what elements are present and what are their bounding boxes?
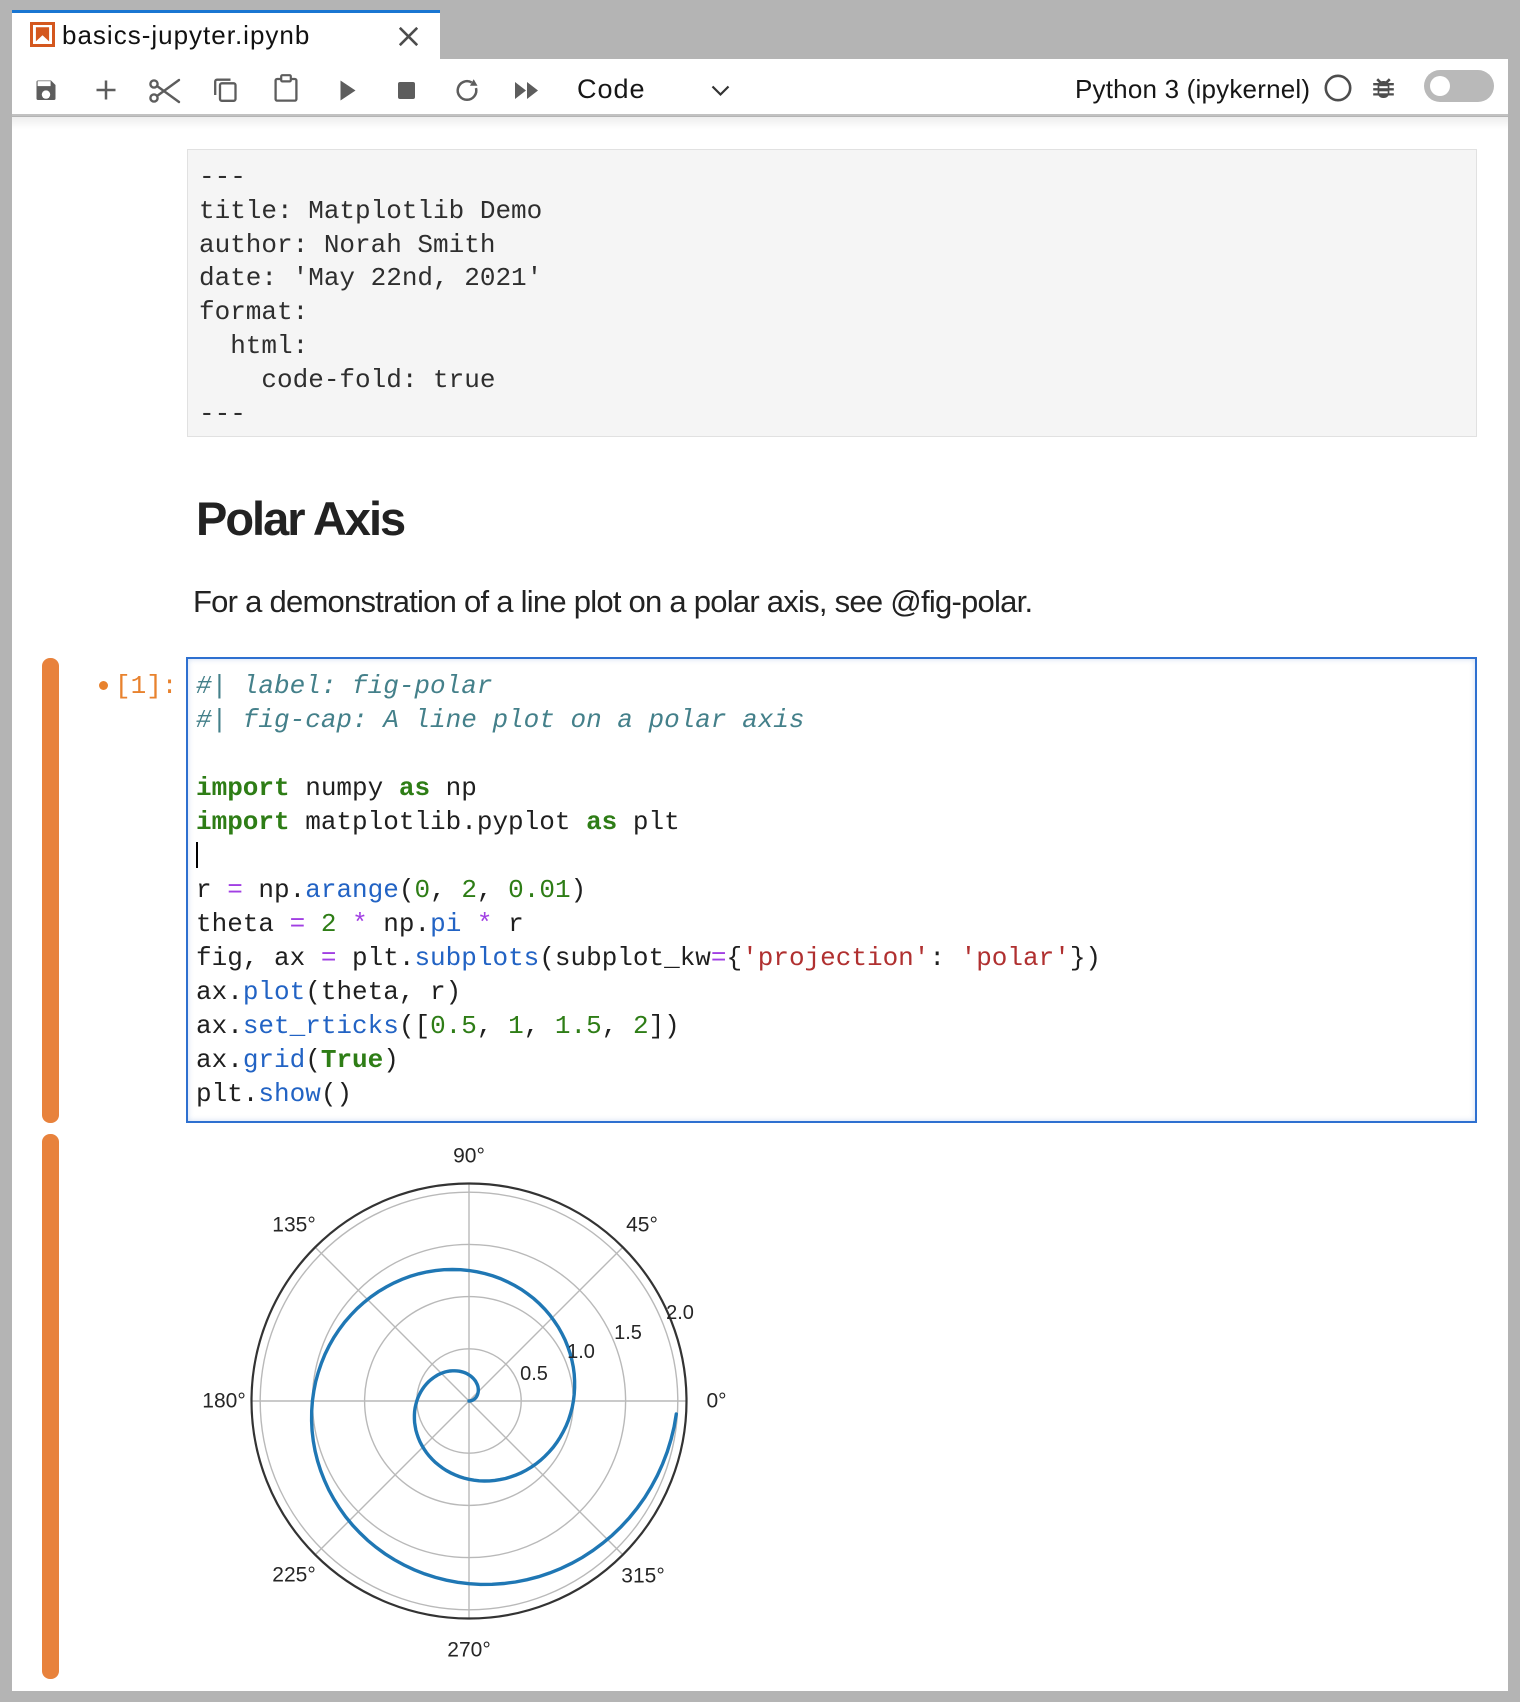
svg-text:1.5: 1.5 (614, 1322, 642, 1344)
svg-text:90°: 90° (453, 1145, 485, 1168)
svg-text:0°: 0° (706, 1390, 726, 1413)
svg-text:135°: 135° (272, 1214, 315, 1237)
svg-text:2.0: 2.0 (666, 1302, 694, 1324)
svg-text:180°: 180° (202, 1390, 245, 1413)
svg-text:45°: 45° (626, 1214, 658, 1237)
svg-text:0.5: 0.5 (520, 1363, 548, 1385)
svg-text:1.0: 1.0 (567, 1341, 595, 1363)
svg-text:270°: 270° (447, 1639, 490, 1662)
svg-text:315°: 315° (621, 1565, 664, 1588)
svg-text:225°: 225° (272, 1564, 315, 1587)
